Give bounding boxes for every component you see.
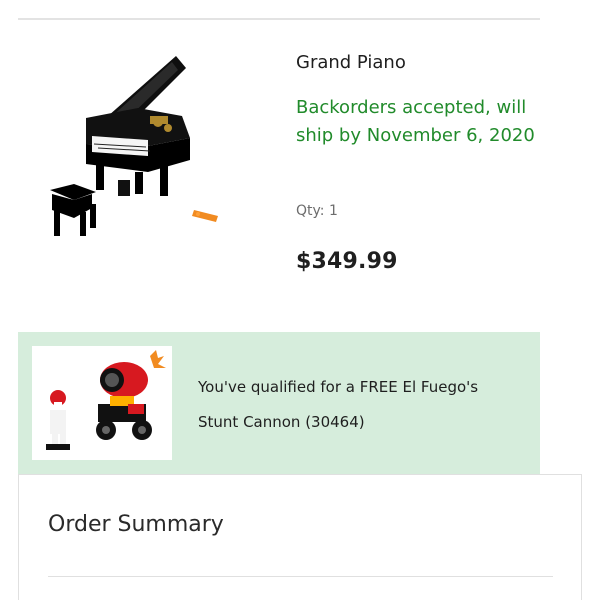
product-price: $349.99: [296, 249, 398, 274]
grand-piano-icon: [50, 56, 218, 236]
stunt-cannon-icon: [46, 350, 166, 450]
order-summary-card: Order Summary: [18, 474, 582, 600]
order-summary-title: Order Summary: [48, 512, 224, 537]
top-divider: [18, 18, 540, 20]
promo-image: [32, 346, 172, 460]
product-title[interactable]: Grand Piano: [296, 52, 406, 74]
order-summary-divider: [48, 576, 553, 577]
quantity-label: Qty: 1: [296, 203, 338, 219]
availability-message: Backorders accepted, will ship by Novemb…: [296, 97, 535, 146]
free-gift-message: You've qualified for a FREE El Fuego's S…: [198, 378, 479, 431]
free-gift-banner: You've qualified for a FREE El Fuego's S…: [18, 332, 540, 474]
cart-page: Grand Piano Backorders accepted, will sh…: [0, 0, 600, 600]
product-image[interactable]: [40, 48, 240, 248]
